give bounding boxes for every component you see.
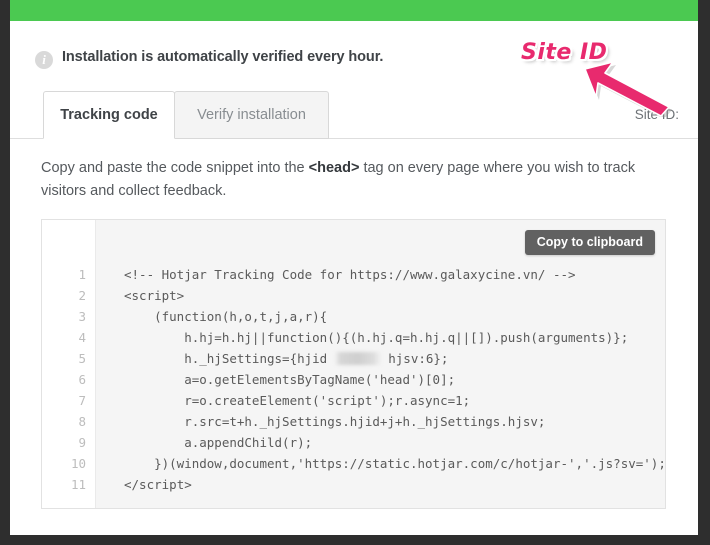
copy-to-clipboard-button[interactable]: Copy to clipboard: [524, 230, 655, 255]
browser-window: i Installation is automatically verified…: [0, 0, 710, 545]
browser-chrome-left-edge: [0, 0, 10, 545]
browser-chrome-bottom-edge: [0, 535, 710, 545]
site-id-label: Site ID:: [634, 107, 679, 122]
tab-tracking-code[interactable]: Tracking code: [43, 91, 175, 139]
code-lines-tail-end: ipt>: [161, 477, 192, 492]
page-content: i Installation is automatically verified…: [10, 21, 698, 535]
head-tag-emphasis: <head>: [308, 160, 360, 176]
code-gutter: 1 2 3 4 5 6 7 8 9 10 11: [42, 220, 96, 508]
browser-chrome-right-edge: [698, 0, 710, 545]
instructions-part-1: Copy and paste the code snippet into the: [41, 160, 309, 176]
tracking-code-panel: 1 2 3 4 5 6 7 8 9 10 11 <!-- Hotjar Trac…: [41, 219, 666, 509]
verification-notice-row: i Installation is automatically verified…: [10, 45, 698, 79]
code-snippet: <!-- Hotjar Tracking Code for https://ww…: [124, 264, 666, 495]
verification-notice-text: Installation is automatically verified e…: [62, 49, 384, 65]
top-green-banner: [10, 0, 698, 21]
info-icon: i: [35, 51, 53, 69]
tab-verify-installation[interactable]: Verify installation: [174, 91, 329, 139]
redacted-site-id-value: [334, 352, 381, 365]
code-area[interactable]: <!-- Hotjar Tracking Code for https://ww…: [96, 220, 665, 508]
code-lines-tail: hjsv:6}; a=o.getElementsByTagName('head'…: [124, 351, 666, 492]
instructions-text: Copy and paste the code snippet into the…: [41, 157, 666, 203]
code-line-numbers: 1 2 3 4 5 6 7 8 9 10 11: [70, 267, 86, 492]
